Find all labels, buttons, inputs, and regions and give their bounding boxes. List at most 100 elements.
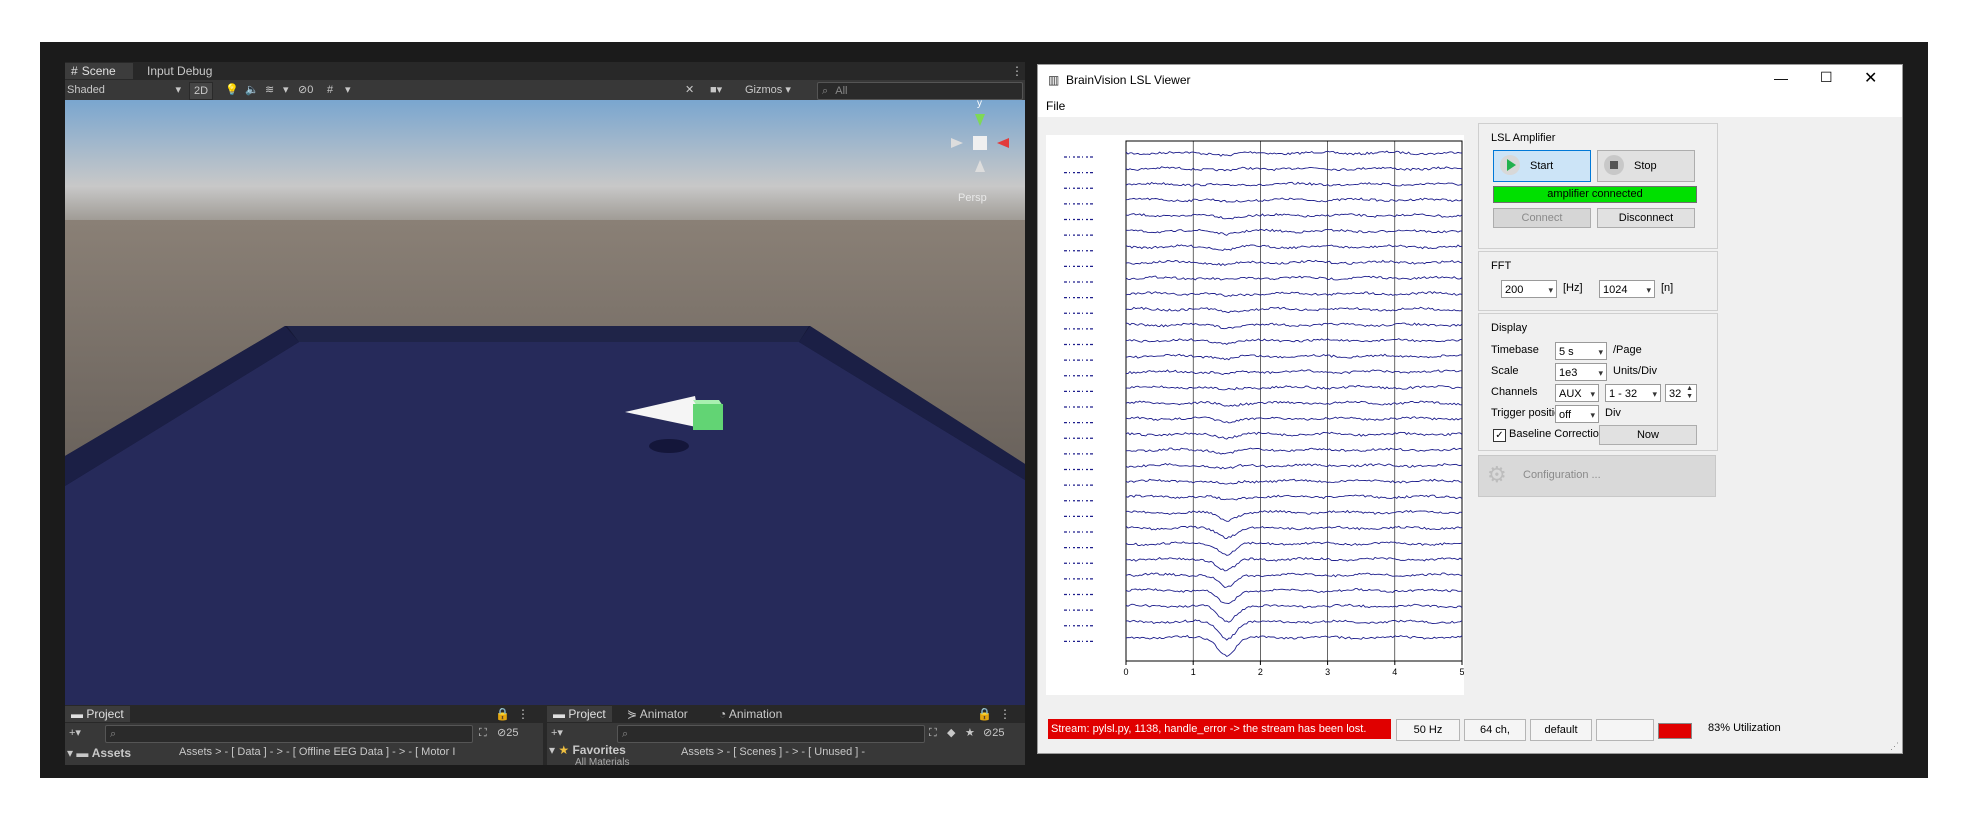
eeg-trace xyxy=(1125,478,1463,485)
chevron-down-icon: ▾ xyxy=(1652,389,1657,399)
eeg-trace xyxy=(1125,275,1463,281)
chevron-down-icon[interactable]: ▾ xyxy=(283,82,289,98)
title-bar: ▥ BrainVision LSL Viewer — ☐ ✕ xyxy=(1038,65,1902,95)
menu-file[interactable]: File xyxy=(1046,99,1065,113)
tab-animation[interactable]: ◔ Animation xyxy=(713,706,788,722)
scale-dropdown[interactable]: 1e3 ▾ xyxy=(1555,363,1607,381)
fft-group-label: FFT xyxy=(1491,260,1512,272)
timebase-dropdown[interactable]: 5 s ▾ xyxy=(1555,342,1607,360)
project-tab-bar: ▬ Project 🔒 ⋮ xyxy=(65,705,543,723)
baseline-checkbox[interactable]: ✓ xyxy=(1493,429,1506,442)
orientation-gizmo[interactable]: y xyxy=(945,100,1015,178)
project-search-input[interactable]: ⌕ xyxy=(617,725,925,743)
channel-range-dropdown[interactable]: 1 - 32 ▾ xyxy=(1605,384,1661,402)
add-icon[interactable]: +▾ xyxy=(551,725,563,741)
chevron-down-icon[interactable]: ▾ xyxy=(345,82,351,98)
lighting-toggle-icon[interactable]: 💡 xyxy=(225,82,239,98)
start-button[interactable]: Start xyxy=(1493,150,1591,182)
lsl-amplifier-group: LSL Amplifier Start Stop amplifier conne… xyxy=(1478,123,1718,249)
filter-icon[interactable]: ⛶ xyxy=(929,725,937,741)
star-icon[interactable]: ★ xyxy=(965,725,975,741)
chevron-down-icon: ▾ xyxy=(1590,410,1595,420)
eeg-trace xyxy=(1125,447,1463,455)
close-icon[interactable]: ✕ xyxy=(1864,68,1877,88)
scene-search-input[interactable]: ⌕ All xyxy=(817,82,1023,100)
camera-icon[interactable]: ■▾ xyxy=(710,82,722,98)
eeg-trace xyxy=(1125,369,1462,375)
eeg-trace xyxy=(1125,338,1463,345)
tab-project[interactable]: ▬ Project xyxy=(65,706,130,722)
eeg-trace xyxy=(1125,494,1463,501)
configuration-button[interactable]: ⚙ Configuration ... xyxy=(1478,455,1716,497)
search-icon: ⌕ xyxy=(822,85,829,97)
breadcrumb[interactable]: Assets > - [ Scenes ] - > - [ Unused ] - xyxy=(681,746,1021,758)
project-search-input[interactable]: ⌕ xyxy=(105,725,473,743)
scene-render xyxy=(65,100,1025,705)
hidden-objects-icon[interactable]: ⊘0 xyxy=(298,82,313,98)
label-icon[interactable]: ◆ xyxy=(947,725,955,741)
favorites-item[interactable]: All Materials xyxy=(575,757,629,765)
toggle-2d-button[interactable]: 2D xyxy=(189,82,214,100)
timebase-label: Timebase xyxy=(1491,344,1539,356)
minimize-icon[interactable]: — xyxy=(1774,70,1788,86)
maximize-icon[interactable]: ☐ xyxy=(1820,69,1833,86)
eeg-plot-panel: 0 1 2 3 4 5 xyxy=(1046,135,1465,695)
now-button[interactable]: Now xyxy=(1599,425,1697,445)
play-icon xyxy=(1500,155,1520,175)
resize-grip-icon[interactable]: ⋰ xyxy=(1890,741,1899,752)
kebab-menu-icon[interactable]: ⋮ xyxy=(1005,63,1029,79)
folder-icon: ▬ xyxy=(553,707,565,721)
eeg-trace xyxy=(1126,556,1463,572)
scene-viewport[interactable]: y Persp xyxy=(65,100,1025,705)
disconnect-button[interactable]: Disconnect xyxy=(1597,208,1695,228)
filter-icon[interactable]: ⛶ xyxy=(479,725,487,741)
fft-rate-dropdown[interactable]: 200 ▾ xyxy=(1501,280,1557,298)
breadcrumb[interactable]: Assets > - [ Data ] - > - [ Offline EEG … xyxy=(179,746,543,758)
gizmos-dropdown[interactable]: Gizmos ▾ xyxy=(745,82,799,98)
search-icon: ⌕ xyxy=(110,728,117,740)
scene-toolbar: Shaded ▾ 2D 💡 🔈 ≋ ▾ ⊘0 # ▾ ✕ ■▾ Gizmos ▾ … xyxy=(65,80,1025,100)
assets-folder[interactable]: ▾ ▬ Assets xyxy=(67,746,131,760)
channel-count-spinner[interactable]: 32 ▲ ▼ xyxy=(1665,384,1697,402)
connect-button[interactable]: Connect xyxy=(1493,208,1591,228)
eeg-traces xyxy=(1125,150,1463,658)
channel-type-dropdown[interactable]: AUX ▾ xyxy=(1555,384,1599,402)
shading-mode-dropdown[interactable]: Shaded ▾ xyxy=(67,82,185,98)
eeg-trace xyxy=(1125,400,1462,407)
trigger-unit: Div xyxy=(1605,407,1621,419)
x-axis-ticks: 0 1 2 3 4 5 xyxy=(1123,661,1465,677)
project-panel-left: ▬ Project 🔒 ⋮ +▾ ⌕ ⛶ ⊘25 ▾ ▬ Assets Asse… xyxy=(65,705,543,765)
tools-icon[interactable]: ✕ xyxy=(685,82,694,98)
x-tick-label: 1 xyxy=(1191,667,1196,677)
bottom-panels: ▬ Project 🔒 ⋮ +▾ ⌕ ⛶ ⊘25 ▾ ▬ Assets Asse… xyxy=(65,705,1025,765)
effects-toggle-icon[interactable]: ≋ xyxy=(265,82,274,98)
tab-animator[interactable]: ⋟ Animator xyxy=(621,706,694,722)
project-browser-row: ▾ ★ Favorites All Materials Assets > - [… xyxy=(547,743,1025,765)
stream-error-status: Stream: pylsl.py, 1138, handle_error -> … xyxy=(1048,719,1391,739)
favorites-folder[interactable]: ▾ ★ Favorites xyxy=(549,743,626,757)
tab-project[interactable]: ▬ Project xyxy=(547,706,612,722)
animator-icon: ⋟ xyxy=(627,707,638,721)
tab-scene[interactable]: # Scene xyxy=(65,63,133,79)
trigger-dropdown[interactable]: off ▾ xyxy=(1555,405,1599,423)
chevron-down-icon: ▾ xyxy=(1646,285,1651,295)
stop-button[interactable]: Stop xyxy=(1597,150,1695,182)
fft-group: FFT 200 ▾ [Hz] 1024 ▾ [n] xyxy=(1478,251,1718,311)
kebab-menu-icon[interactable]: ⋮ xyxy=(993,706,1017,722)
eeg-chart[interactable]: 0 1 2 3 4 5 xyxy=(1046,135,1465,695)
x-tick-label: 4 xyxy=(1392,667,1397,677)
perspective-label[interactable]: Persp xyxy=(958,192,987,204)
grid-toggle-icon[interactable]: # xyxy=(327,82,333,98)
project-panel-right: ▬ Project ⋟ Animator ◔ Animation 🔒 ⋮ +▾ … xyxy=(547,705,1025,765)
fft-n-dropdown[interactable]: 1024 ▾ xyxy=(1599,280,1655,298)
tab-input-debug[interactable]: Input Debug xyxy=(141,63,218,79)
audio-toggle-icon[interactable]: 🔈 xyxy=(245,82,259,98)
fft-rate-unit: [Hz] xyxy=(1563,282,1583,294)
add-icon[interactable]: +▾ xyxy=(69,725,81,741)
hidden-objects-icon[interactable]: ⊘25 xyxy=(983,725,1004,741)
stop-icon xyxy=(1604,155,1624,175)
hidden-objects-icon[interactable]: ⊘25 xyxy=(497,725,518,741)
eeg-trace xyxy=(1125,291,1463,297)
kebab-menu-icon[interactable]: ⋮ xyxy=(511,706,535,722)
chevron-down-icon: ▾ xyxy=(1590,389,1595,399)
